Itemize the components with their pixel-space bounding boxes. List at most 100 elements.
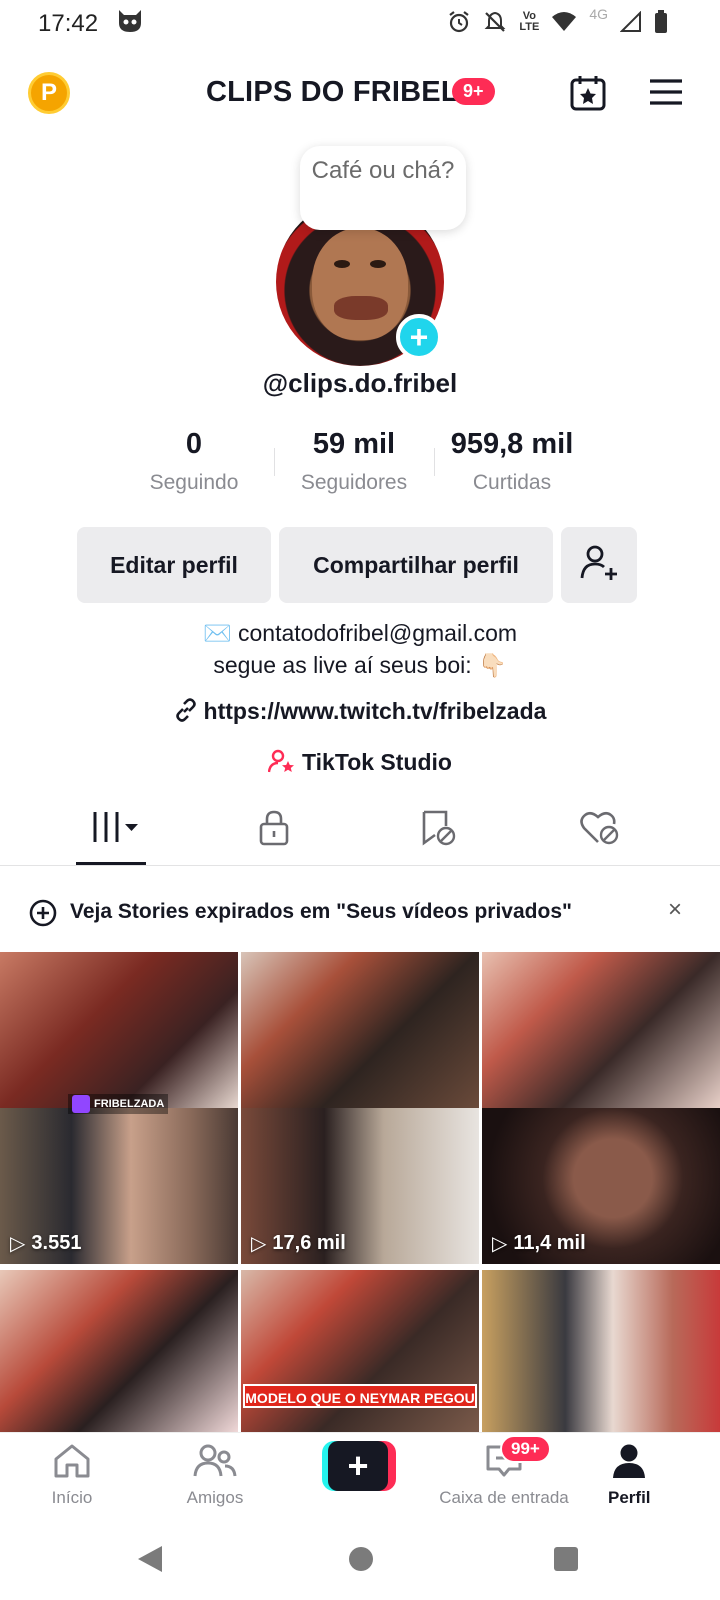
status-bar: 17:42 Vo LTE 4G: [0, 0, 720, 48]
nav-home-label: Início: [51, 1488, 93, 1507]
creator-star-icon: [267, 748, 296, 780]
play-icon: ▷: [10, 1233, 26, 1255]
lock-icon: [258, 810, 290, 850]
tiktok-studio-link[interactable]: TikTok Studio: [0, 748, 720, 780]
bio-link-text: https://www.twitch.tv/fribelzada: [203, 698, 547, 724]
story-add-icon: [28, 898, 58, 933]
nav-profile[interactable]: Perfil: [608, 1443, 651, 1508]
video-frame: [482, 1270, 720, 1432]
twitch-overlay: FRIBELZADA: [68, 1094, 169, 1114]
video-frame: [241, 952, 479, 1108]
inbox-badge: 99+: [500, 1435, 551, 1463]
video-thumbnail[interactable]: ▷ 17,6 mil: [241, 952, 479, 1264]
share-profile-button[interactable]: Compartilhar perfil: [279, 527, 553, 603]
plus-icon: +: [328, 1441, 388, 1491]
video-thumbnail[interactable]: MODELO QUE O NEYMAR PEGOU: [241, 1270, 479, 1432]
nav-home[interactable]: Início: [44, 1443, 100, 1508]
add-story-button[interactable]: +: [396, 314, 442, 360]
avatar-eye: [370, 260, 386, 268]
bottom-nav: Início Amigos + Caixa de entrada 99+ Per…: [0, 1432, 720, 1522]
recents-icon[interactable]: [554, 1547, 578, 1571]
link-icon: [174, 698, 198, 728]
tab-liked[interactable]: [580, 810, 620, 851]
video-thumbnail[interactable]: FRIBELZADA ▷ 3.551: [0, 952, 238, 1264]
stat-likes[interactable]: 959,8 mil Curtidas: [432, 428, 592, 495]
volte-indicator: Vo LTE: [519, 11, 539, 33]
coin-letter: P: [40, 79, 57, 106]
inbox-icon: [484, 1445, 524, 1483]
bio-text: segue as live aí seus boi: 👇🏻: [213, 652, 507, 678]
stat-followers-label: Seguidores: [300, 471, 408, 494]
avatar-mouth: [334, 296, 388, 320]
twitch-icon: [72, 1095, 90, 1113]
account-badge[interactable]: 9+: [452, 78, 495, 105]
close-icon[interactable]: ×: [668, 896, 682, 924]
tab-private[interactable]: [258, 810, 290, 851]
lte-label: LTE: [519, 21, 540, 33]
video-frame: [0, 1270, 238, 1432]
alarm-icon: [447, 10, 471, 34]
account-title[interactable]: CLIPS DO FRIBEL: [206, 76, 459, 109]
battery-icon: [654, 10, 668, 34]
grid-videos-icon: [92, 812, 142, 848]
username: @clips.do.fribel: [262, 368, 458, 398]
view-count-value: 17,6 mil: [272, 1232, 346, 1254]
profile-stats: 0 Seguindo 59 mil Seguidores 959,8 mil C…: [0, 428, 720, 498]
active-tab-indicator: [76, 862, 146, 865]
coin-icon[interactable]: P: [28, 72, 70, 114]
avatar-face: [312, 228, 408, 340]
nav-friends-label: Amigos: [186, 1488, 244, 1507]
wifi-icon: [551, 11, 577, 33]
view-count-value: 11,4 mil: [513, 1232, 586, 1254]
profile-icon: [609, 1444, 649, 1483]
friends-icon: [193, 1444, 237, 1483]
view-count: ▷ 11,4 mil: [492, 1231, 586, 1256]
avatar-eye: [334, 260, 350, 268]
profile-note-bubble[interactable]: Café ou chá?: [300, 146, 466, 230]
stat-following[interactable]: 0 Seguindo: [114, 428, 274, 495]
nav-profile-label: Perfil: [608, 1488, 651, 1507]
status-icons: Vo LTE 4G: [447, 6, 668, 34]
home-icon: [52, 1444, 92, 1483]
network-type: 4G: [589, 6, 608, 22]
video-frame: [482, 952, 720, 1108]
play-icon: ▷: [492, 1233, 508, 1255]
add-friend-button[interactable]: [561, 527, 637, 603]
edit-profile-button[interactable]: Editar perfil: [77, 527, 271, 603]
stories-banner[interactable]: Veja Stories expirados em "Seus vídeos p…: [0, 886, 720, 940]
menu-icon[interactable]: [649, 78, 683, 111]
back-icon[interactable]: [138, 1546, 162, 1572]
home-circle-icon[interactable]: [349, 1547, 373, 1571]
signal-icon: [620, 11, 642, 33]
bio-link[interactable]: https://www.twitch.tv/fribelzada: [0, 698, 720, 728]
stat-followers-value: 59 mil: [312, 428, 396, 460]
stories-banner-text: Veja Stories expirados em "Seus vídeos p…: [70, 900, 572, 923]
profile-tabs: [0, 800, 720, 866]
stat-likes-label: Curtidas: [472, 471, 552, 494]
stat-likes-value: 959,8 mil: [450, 428, 574, 460]
tab-videos[interactable]: [92, 810, 142, 849]
tiktok-studio-label: TikTok Studio: [302, 749, 452, 775]
system-nav-bar: [0, 1526, 720, 1600]
video-frame: [0, 952, 238, 1108]
profile-note-text: Café ou chá?: [311, 157, 455, 184]
video-thumbnail[interactable]: [0, 1270, 238, 1432]
add-story-symbol: +: [409, 319, 429, 355]
heart-hidden-icon: [580, 811, 620, 850]
video-thumbnail[interactable]: ▷ 11,4 mil: [482, 952, 720, 1264]
calendar-star-icon[interactable]: [569, 74, 607, 117]
video-grid: FRIBELZADA ▷ 3.551 ▷ 17,6 mil ▷ 11,4 mil MO…: [0, 952, 720, 1432]
twitch-overlay-label: FRIBELZADA: [94, 1098, 165, 1110]
video-thumbnail[interactable]: [482, 1270, 720, 1432]
stat-following-value: 0: [185, 428, 203, 460]
nav-friends[interactable]: Amigos: [180, 1443, 250, 1508]
create-button[interactable]: +: [322, 1441, 396, 1491]
tab-saved[interactable]: [420, 810, 456, 851]
video-caption: MODELO QUE O NEYMAR PEGOU: [243, 1384, 477, 1408]
bio-email: ✉️ contatodofribel@gmail.com: [202, 620, 518, 646]
play-icon: ▷: [251, 1233, 267, 1255]
nav-inbox-label: Caixa de entrada: [439, 1488, 569, 1507]
view-count-value: 3.551: [31, 1232, 82, 1254]
app-notification-icon: [116, 8, 144, 40]
stat-followers[interactable]: 59 mil Seguidores: [274, 428, 434, 495]
